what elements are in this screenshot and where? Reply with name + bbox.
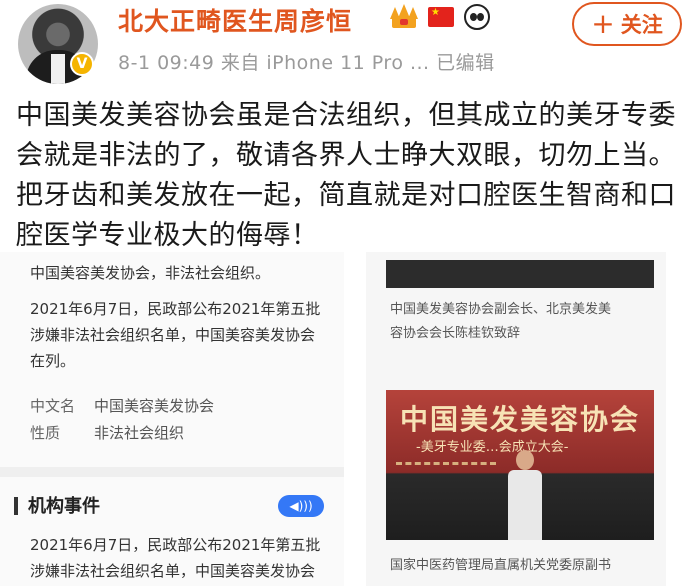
image-caption: 容协会会长陈桂钦致辞 xyxy=(390,326,521,341)
china-flag-icon: ★ xyxy=(428,7,454,27)
event-photo: 中国美发美容协会 -美牙专业委…会成立大会- xyxy=(386,390,654,540)
username[interactable]: 北大正畸医生周彦恒 xyxy=(118,2,352,38)
follow-label: 关注 xyxy=(620,13,663,37)
image-text-line: 涉嫌非法社会组织名单，中国美容美发协会 xyxy=(30,326,316,344)
post-text: 中国美发美容协会虽是合法组织，但其成立的美牙专委会就是非法的了，敬请各界人士睁大… xyxy=(16,100,676,251)
image-text-line: 2021年6月7日，民政部公布2021年第五批 xyxy=(30,536,321,554)
image-text-line: 2021年6月7日，民政部公布2021年第五批 xyxy=(30,300,321,318)
user-badges: ★ xyxy=(390,4,490,30)
field-value: 非法社会组织 xyxy=(94,424,185,442)
post-meta: 8-1 09:49 来自 iPhone 11 Pro ... 已编辑 xyxy=(118,52,495,74)
section-title: 机构事件 xyxy=(28,496,100,517)
crown-icon xyxy=(390,4,418,30)
post-image-left[interactable]: 中国美容美发协会，非法社会组织。 2021年6月7日，民政部公布2021年第五批… xyxy=(0,252,344,586)
speaker-figure xyxy=(506,450,544,540)
image-text-line: 中国美容美发协会，非法社会组织。 xyxy=(30,264,271,282)
image-text-line: 在列。 xyxy=(30,352,76,370)
photo-banner-sub: -美牙专业委…会成立大会- xyxy=(416,440,569,455)
image-caption: 中国美发美容协会副会长、北京美发美 xyxy=(390,302,612,317)
post-image-right[interactable]: 中国美发美容协会副会长、北京美发美 容协会会长陈桂钦致辞 中国美发美容协会 -美… xyxy=(366,252,666,586)
photo-banner: 中国美发美容协会 xyxy=(399,403,640,436)
follow-button[interactable]: + 关注 xyxy=(572,2,682,46)
section-marker xyxy=(14,497,18,515)
field-value: 中国美容美发协会 xyxy=(94,397,215,415)
verified-badge-icon: V xyxy=(70,52,94,76)
panda-icon xyxy=(464,4,490,30)
image-text-line: 涉嫌非法社会组织名单，中国美容美发协会 xyxy=(30,562,316,580)
plus-icon: + xyxy=(591,7,615,40)
image-strip xyxy=(386,260,654,288)
image-caption: 国家中医药管理局直属机关党委原副书 xyxy=(390,558,612,573)
audio-icon: ◀))) xyxy=(278,495,324,517)
divider xyxy=(0,467,344,477)
field-label: 中文名 xyxy=(30,397,76,415)
field-label: 性质 xyxy=(30,424,61,442)
